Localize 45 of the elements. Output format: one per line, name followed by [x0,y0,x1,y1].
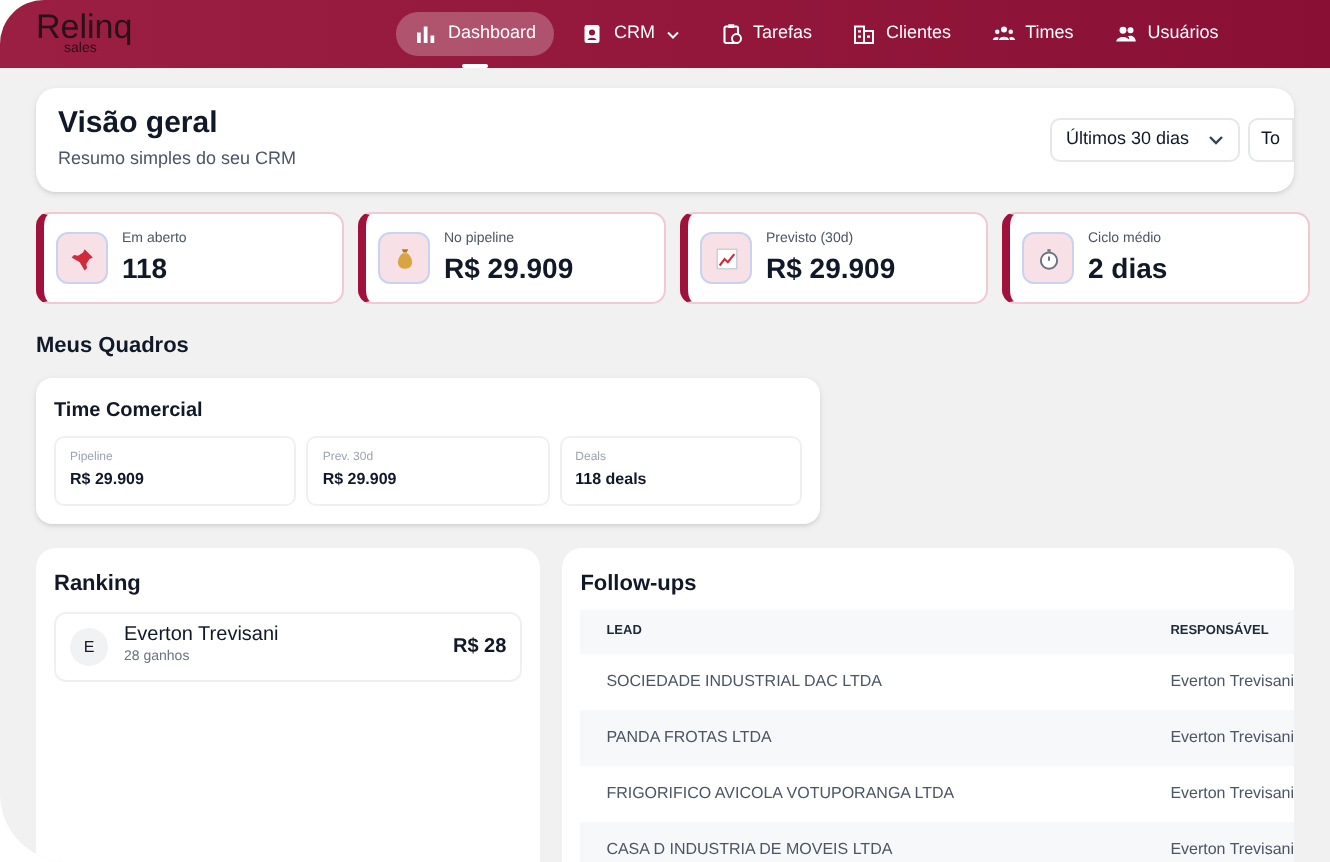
nav-tab[interactable]: Tarefas [705,12,827,56]
stat-value: R$ 29.909 [322,467,399,491]
users-icon [1113,22,1138,46]
pushpin-icon [56,232,108,284]
table-cell-text: PANDA FROTAS LTDA [606,726,774,750]
stat-value: R$ 29.909 [444,251,574,286]
card-title: Ranking [54,569,143,599]
period-dropdown[interactable]: Últimos 30 dias [1049,118,1241,162]
active-tab-indicator [462,64,489,68]
stat-value: R$ 29.909 [766,251,896,286]
people-group-icon [991,22,1016,46]
filter-button[interactable]: To [1248,118,1294,162]
id-badge-icon [580,22,605,46]
stopwatch-icon [1022,232,1074,284]
stat-value: 118 deals [575,467,649,491]
stat-value: 118 [122,251,170,286]
ranking-value: R$ 28 [453,634,507,662]
page-title: Visão geral [58,106,220,143]
stat-value: 2 dias [1088,251,1168,286]
stat-value: R$ 29.909 [70,467,146,491]
card-title: Follow-ups [580,569,699,599]
page-subtitle: Resumo simples do seu CRM [58,146,297,173]
nav-tab[interactable]: Usuários [1099,12,1233,56]
clipboard-clock-icon [719,22,744,46]
nav-tab[interactable]: CRM [566,12,694,56]
building-icon [852,22,877,46]
avatar-initial: E [70,628,108,666]
nav-tab[interactable]: Clientes [838,12,966,56]
table-cell: Everton Trevisani [1170,726,1294,750]
table-cell-text: CASA D INDUSTRIA DE MOVEIS LTDA [606,838,895,862]
card-title: Time Comercial [54,397,205,425]
line-chart-icon [700,232,752,284]
table-cell: Everton Trevisani [1170,782,1294,806]
table-cell: Everton Trevisani [1170,838,1294,862]
table-cell: Everton Trevisani [1170,670,1294,694]
chevron-down-icon [1208,134,1225,146]
table-cell-text: FRIGORIFICO AVICOLA VOTUPORANGA LTDA [606,782,957,806]
chart-bars-icon [414,22,438,46]
section-title: Meus Quadros [36,332,191,362]
chevron-down-icon [665,29,680,39]
money-bag-icon [378,232,430,284]
nav-tab[interactable]: Times [977,12,1088,56]
table-cell-text: SOCIEDADE INDUSTRIAL DAC LTDA [606,670,884,694]
person-name: Everton Trevisani [124,624,279,649]
nav-tab[interactable]: Dashboard [396,12,555,56]
